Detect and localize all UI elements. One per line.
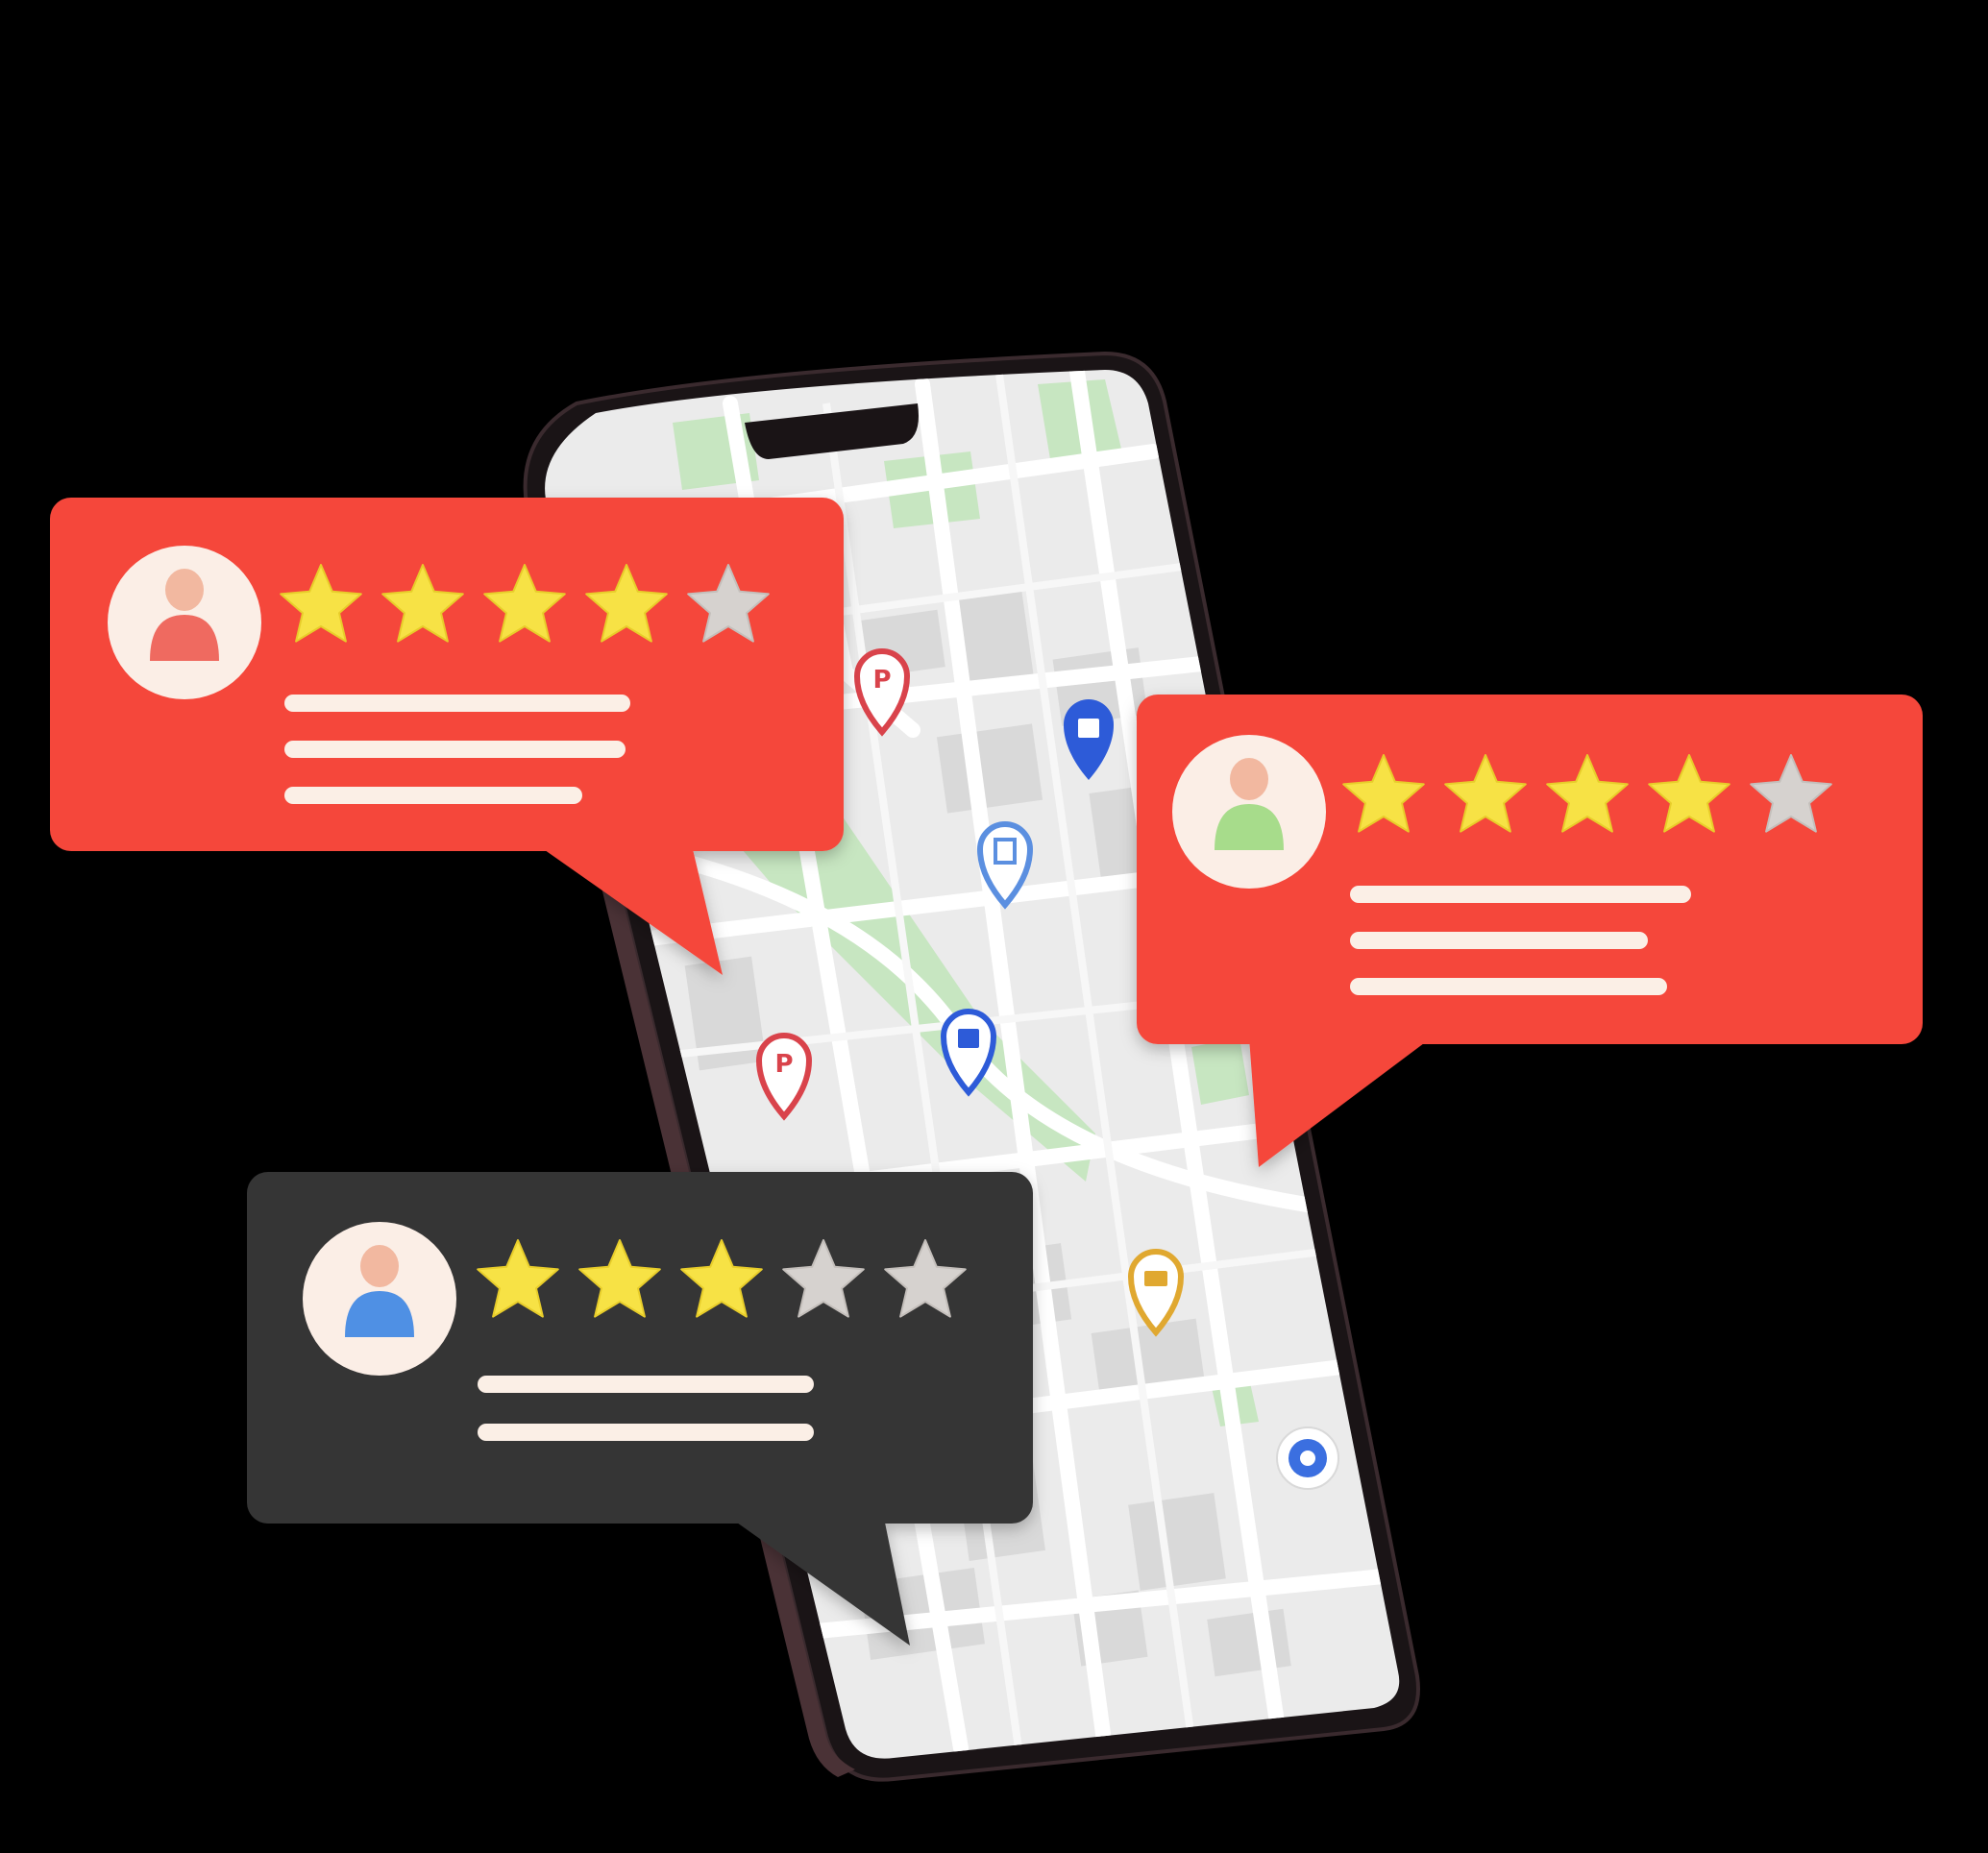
review-text-line [284, 695, 630, 712]
person-head [1230, 758, 1268, 800]
svg-text:P: P [774, 1050, 793, 1079]
avatar [303, 1222, 456, 1376]
person-head [165, 569, 204, 611]
review-text-line [284, 741, 626, 758]
review-text-line [1350, 978, 1667, 995]
avatar [108, 546, 261, 699]
review-text-line [478, 1376, 814, 1393]
current-location-icon[interactable] [1276, 1426, 1339, 1490]
reviews-illustration: P P [50, 351, 1923, 1782]
review-text-line [1350, 932, 1648, 949]
review-right-bubble[interactable] [1137, 695, 1923, 1167]
speech-bubble-tail [1249, 1037, 1432, 1167]
review-text-line [1350, 886, 1691, 903]
avatar [1172, 735, 1326, 889]
review-text-line [284, 787, 582, 804]
review-text-line [478, 1424, 814, 1441]
svg-text:P: P [872, 666, 891, 695]
person-head [360, 1245, 399, 1287]
